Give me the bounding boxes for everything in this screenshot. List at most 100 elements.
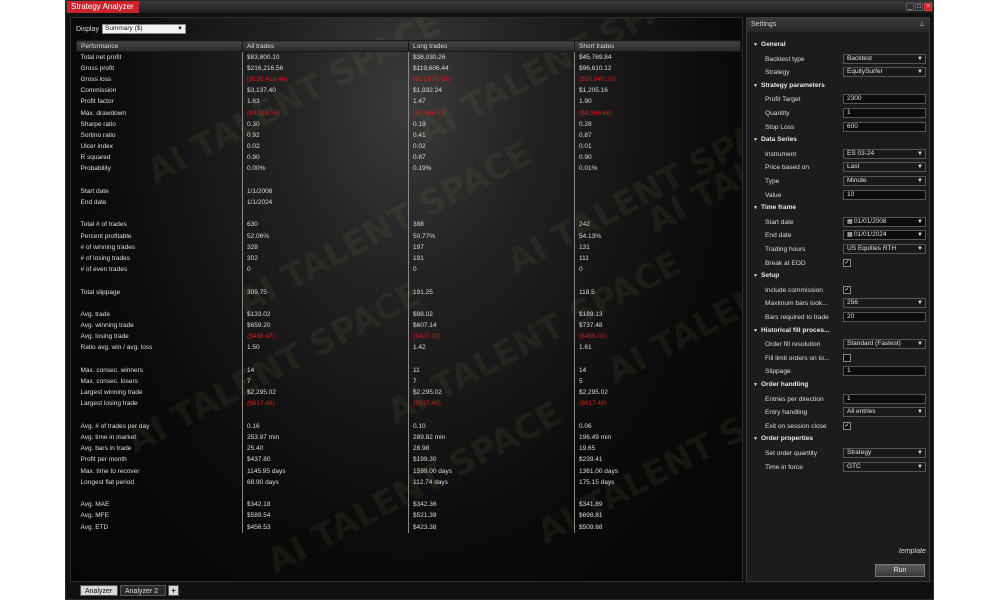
collapse-triangle-icon[interactable]: ▼: [753, 80, 761, 92]
chevron-down-icon[interactable]: ▼: [917, 163, 923, 171]
table-row[interactable]: Commission $3,137.40 $1,932.24 $1,205.16: [77, 85, 741, 97]
table-row[interactable]: Avg. # of trades per day 0.16 0.10 0.06: [77, 420, 741, 432]
maximize-icon[interactable]: □: [915, 3, 923, 11]
title-bar[interactable]: Strategy Analyzer _ □ ×: [66, 1, 933, 13]
table-row[interactable]: Avg. MAE $342.18 $342.36 $341.89: [77, 499, 741, 511]
close-icon[interactable]: ×: [924, 3, 932, 11]
property-select[interactable]: EquitySurfer ▼: [843, 67, 926, 78]
property-date-picker[interactable]: ▦01/01/2024 ▼: [843, 230, 926, 241]
table-row[interactable]: Total slippage 309.75 191.25 118.5: [77, 286, 741, 298]
calendar-icon[interactable]: ▦: [847, 231, 854, 239]
table-row[interactable]: [77, 353, 741, 365]
table-row[interactable]: [77, 297, 741, 309]
chevron-down-icon[interactable]: ▼: [917, 68, 923, 76]
column-header-all-trades[interactable]: All trades: [242, 40, 409, 52]
settings-section-header[interactable]: ▼ Strategy parameters: [747, 80, 929, 92]
chevron-down-icon[interactable]: ▼: [917, 55, 923, 63]
table-row[interactable]: Avg. winning trade $659.20 $607.14 $737.48: [77, 320, 741, 332]
table-row[interactable]: End date 1/1/2024: [77, 196, 741, 209]
table-row[interactable]: Ratio avg. win / avg. loss 1.50 1.42 1.61: [77, 342, 741, 354]
property-input[interactable]: 1: [843, 108, 926, 118]
chevron-down-icon[interactable]: ▼: [917, 463, 923, 471]
pin-icon[interactable]: ⊥: [919, 18, 925, 32]
property-select[interactable]: US Equities RTH ▼: [843, 244, 926, 254]
display-select[interactable]: Summary ($) ▼: [102, 24, 186, 34]
table-row[interactable]: Ulcer index 0.02 0.02 0.01: [77, 141, 741, 153]
property-select[interactable]: Backtest ▼: [843, 53, 926, 64]
property-input[interactable]: 1: [843, 366, 926, 377]
property-select[interactable]: Last ▼: [843, 162, 926, 173]
property-select[interactable]: GTC ▼: [843, 461, 926, 472]
table-row[interactable]: # of winning trades 328 197 131: [77, 241, 741, 253]
chevron-down-icon[interactable]: ▼: [917, 245, 923, 253]
settings-section-header[interactable]: ▼ Order handling: [747, 379, 929, 391]
table-row[interactable]: # of losing trades 302 191 111: [77, 252, 741, 265]
chevron-down-icon[interactable]: ▼: [917, 299, 923, 307]
table-row[interactable]: Probability 0.00% 0.19% 0.01%: [77, 163, 741, 175]
property-checkbox[interactable]: ✓: [843, 285, 851, 294]
table-row[interactable]: Avg. trade $133.02 $98.02 $189.13: [77, 308, 741, 320]
table-row[interactable]: Max. consec. losers 7 7 5: [77, 375, 741, 388]
column-header-short-trades[interactable]: Short trades: [574, 40, 741, 52]
chevron-down-icon[interactable]: ▼: [917, 449, 923, 457]
table-row[interactable]: Gross profit $216,216.56 $119,606.44 $96,61…: [77, 62, 741, 74]
chevron-down-icon[interactable]: ▼: [917, 231, 923, 239]
property-select[interactable]: Strategy ▼: [843, 448, 926, 458]
table-row[interactable]: Longest flat period 68.90 days 112.74 days…: [77, 476, 741, 488]
table-row[interactable]: Sharpe ratio 0.30 0.19 0.28: [77, 118, 741, 130]
run-button[interactable]: Run: [875, 564, 925, 577]
property-select[interactable]: All entries ▼: [843, 407, 926, 418]
table-row[interactable]: [77, 174, 741, 186]
property-select[interactable]: Standard (Fastest) ▼: [843, 339, 926, 350]
property-input[interactable]: 20: [843, 312, 926, 322]
collapse-triangle-icon[interactable]: ▼: [753, 134, 761, 146]
collapse-triangle-icon[interactable]: ▼: [753, 325, 761, 337]
collapse-triangle-icon[interactable]: ▼: [753, 202, 761, 214]
table-row[interactable]: Avg. losing trade ($438.47) ($427.10) ($458…: [77, 331, 741, 343]
property-checkbox[interactable]: ✓: [843, 258, 851, 267]
table-row[interactable]: [77, 275, 741, 287]
settings-section-header[interactable]: ▼ Setup: [747, 270, 929, 282]
table-row[interactable]: Avg. MFE $589.54 $521.39 $698.81: [77, 510, 741, 522]
template-label[interactable]: template: [899, 548, 926, 555]
collapse-triangle-icon[interactable]: ▼: [753, 39, 761, 51]
table-row[interactable]: # of even trades 0 0 0: [77, 264, 741, 276]
column-header-long-trades[interactable]: Long trades: [408, 40, 575, 52]
chevron-down-icon[interactable]: ▼: [917, 150, 923, 158]
table-row[interactable]: Avg. bars in trade 25.40 28.98 19.65: [77, 443, 741, 455]
calendar-icon[interactable]: ▦: [847, 218, 854, 226]
property-input[interactable]: 1: [843, 393, 926, 404]
table-row[interactable]: Gross loss ($132,416.46) ($81,576.18) ($50,…: [77, 73, 741, 86]
property-date-picker[interactable]: ▦01/01/2008 ▼: [843, 216, 926, 227]
table-row[interactable]: R squared 0.90 0.87 0.90: [77, 152, 741, 164]
table-row[interactable]: Total net profit $83,800.10 $38,030.26 $45,…: [77, 51, 741, 63]
settings-section-header[interactable]: ▼ General: [747, 39, 929, 51]
table-row[interactable]: Max. consec. winners 14 11 14: [77, 364, 741, 376]
collapse-triangle-icon[interactable]: ▼: [753, 433, 761, 445]
chevron-down-icon[interactable]: ▼: [917, 218, 923, 226]
table-row[interactable]: Avg. time in market 253.97 min 289.82 min 1…: [77, 431, 741, 444]
property-select[interactable]: 256 ▼: [843, 298, 926, 309]
property-input[interactable]: 2300: [843, 94, 926, 105]
chevron-down-icon[interactable]: ▼: [917, 177, 923, 185]
table-row[interactable]: Percent profitable 52.06% 50.77% 54.13%: [77, 230, 741, 242]
tab-analyzer[interactable]: Analyzer: [80, 585, 118, 596]
table-row[interactable]: Largest losing trade ($617.48) ($617.48) ($…: [77, 398, 741, 410]
table-row[interactable]: Profit factor 1.63 1.47 1.90: [77, 96, 741, 108]
property-select[interactable]: Minute ▼: [843, 176, 926, 186]
table-row[interactable]: Sortino ratio 0.92 0.41 0.87: [77, 129, 741, 141]
table-row[interactable]: Profit per month $437.80 $199.30 $239.41: [77, 454, 741, 466]
property-input[interactable]: 600: [843, 121, 926, 132]
table-row[interactable]: [77, 409, 741, 421]
table-row[interactable]: Max. drawdown ($4,516.58) ($5,886.52) ($4,5…: [77, 107, 741, 119]
column-header-performance[interactable]: Performance: [76, 40, 243, 52]
collapse-triangle-icon[interactable]: ▼: [753, 270, 761, 282]
property-select[interactable]: ES 03-24 ▼: [843, 148, 926, 159]
chevron-down-icon[interactable]: ▼: [917, 340, 923, 348]
minimize-icon[interactable]: _: [906, 3, 914, 11]
table-row[interactable]: Largest winning trade $2,295.02 $2,295.02 $…: [77, 387, 741, 399]
settings-section-header[interactable]: ▼ Data Series: [747, 134, 929, 146]
property-checkbox[interactable]: [843, 353, 851, 362]
table-row[interactable]: Start date 1/1/2008: [77, 185, 741, 197]
chevron-down-icon[interactable]: ▼: [917, 408, 923, 416]
